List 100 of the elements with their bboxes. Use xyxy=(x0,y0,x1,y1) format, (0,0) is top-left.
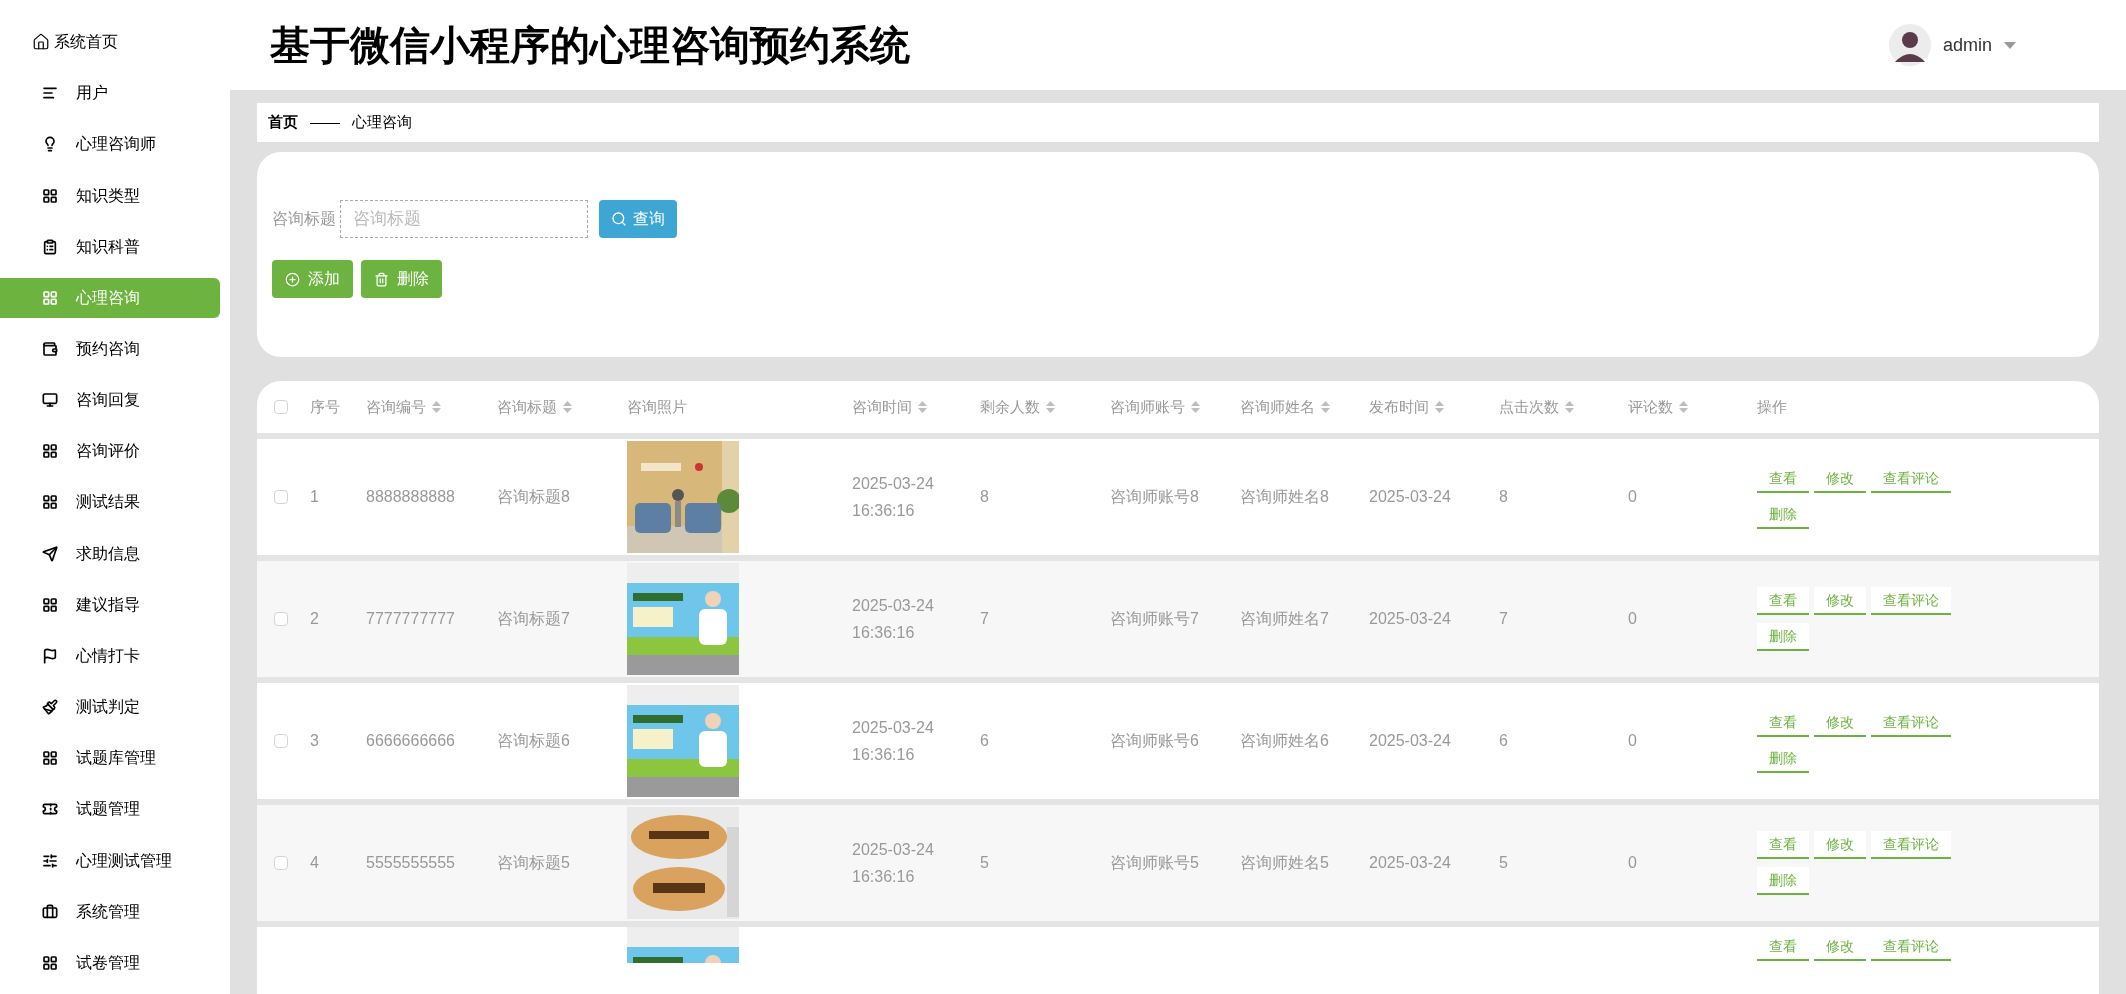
column-header[interactable]: 咨询标题 xyxy=(497,395,572,419)
ticket-icon xyxy=(42,801,58,818)
checkbox[interactable] xyxy=(274,490,288,504)
sort-icon[interactable] xyxy=(432,401,441,413)
table-cell: 咨询标题6 xyxy=(497,732,570,749)
action-button[interactable]: 修改 xyxy=(1814,465,1866,493)
action-button[interactable]: 删除 xyxy=(1757,745,1809,773)
checkbox[interactable] xyxy=(274,612,288,626)
table-cell: 4 xyxy=(310,854,319,871)
sidebar-item[interactable]: 心情打卡 xyxy=(0,635,220,677)
sidebar-item[interactable]: 预约咨询 xyxy=(0,328,220,370)
action-button[interactable]: 删除 xyxy=(1757,501,1809,529)
sidebar-item[interactable]: 咨询回复 xyxy=(0,380,220,421)
table-cell: 0 xyxy=(1628,854,1637,871)
table-cell-text: 16:36:16 xyxy=(852,623,916,643)
sort-icon[interactable] xyxy=(1321,401,1330,413)
table-cell-text: 16:36:16 xyxy=(852,745,916,765)
sort-icon[interactable] xyxy=(1046,401,1055,413)
search-button[interactable]: 查询 xyxy=(599,200,677,238)
table-cell: 5555555555 xyxy=(366,854,455,871)
sidebar-item[interactable]: 系统管理 xyxy=(0,891,220,932)
sidebar-item[interactable]: 试题库管理 xyxy=(0,738,220,779)
action-button[interactable]: 修改 xyxy=(1814,709,1866,737)
action-button[interactable]: 查看 xyxy=(1757,587,1809,615)
sort-icon[interactable] xyxy=(1679,401,1688,413)
column-header: 操作 xyxy=(1757,396,1787,417)
trash-icon xyxy=(374,271,389,287)
table-cell: 2 xyxy=(310,610,319,627)
column-header: 序号 xyxy=(310,396,340,417)
action-button[interactable]: 查看评论 xyxy=(1871,933,1951,961)
sidebar-item[interactable]: 知识类型 xyxy=(0,175,220,216)
sort-icon[interactable] xyxy=(918,401,927,413)
breadcrumb-separator: —— xyxy=(310,112,340,133)
table-cell-text: 16:36:16 xyxy=(852,501,916,521)
table-cell: 0 xyxy=(1628,610,1637,627)
checkbox[interactable] xyxy=(274,734,288,748)
table-cell: 咨询师账号7 xyxy=(1110,610,1199,627)
column-header[interactable]: 点击次数 xyxy=(1499,395,1574,419)
table-cell: 0 xyxy=(1628,488,1637,505)
sidebar-item[interactable]: 求助信息 xyxy=(0,533,220,574)
column-header[interactable]: 咨询时间 xyxy=(852,395,927,419)
action-button[interactable]: 查看 xyxy=(1757,465,1809,493)
table-cell: 2025-03-24 xyxy=(1369,732,1451,749)
sort-icon[interactable] xyxy=(1565,401,1574,413)
breadcrumb-item[interactable]: 首页 xyxy=(268,111,298,134)
wallet-icon xyxy=(42,341,58,357)
column-header[interactable]: 咨询编号 xyxy=(366,395,441,419)
sidebar-item[interactable]: 系统首页 xyxy=(0,22,220,63)
column-header[interactable]: 剩余人数 xyxy=(980,395,1055,419)
sidebar-item[interactable]: 试卷管理 xyxy=(0,942,220,983)
table-cell-text: 2025-03-24 xyxy=(852,596,935,616)
sidebar-item[interactable]: 建议指导 xyxy=(0,584,220,625)
add-button[interactable]: 添加 xyxy=(272,260,353,298)
plus-icon xyxy=(285,271,300,287)
table-cell: 咨询师账号6 xyxy=(1110,732,1199,749)
sidebar-item[interactable]: 心理咨询师 xyxy=(0,124,220,165)
grid-icon xyxy=(42,494,58,511)
sliders-icon xyxy=(42,852,58,869)
action-button[interactable]: 查看 xyxy=(1757,709,1809,737)
sort-icon[interactable] xyxy=(563,401,572,413)
action-button[interactable]: 查看评论 xyxy=(1871,587,1951,615)
sidebar-item[interactable]: 咨询评价 xyxy=(0,431,220,472)
delete-button[interactable]: 删除 xyxy=(361,260,442,298)
action-button[interactable]: 修改 xyxy=(1814,933,1866,961)
table-cell-text: 2025-03-24 xyxy=(852,474,935,494)
table-cell: 5 xyxy=(1499,854,1508,871)
sidebar-item[interactable]: 试题管理 xyxy=(0,789,220,830)
action-button[interactable]: 修改 xyxy=(1814,587,1866,615)
action-button[interactable]: 删除 xyxy=(1757,867,1809,895)
column-header[interactable]: 发布时间 xyxy=(1369,395,1444,419)
username[interactable]: admin xyxy=(1942,31,1992,59)
action-button[interactable]: 查看评论 xyxy=(1871,709,1951,737)
action-button[interactable]: 删除 xyxy=(1757,623,1809,651)
caret-icon[interactable] xyxy=(2004,41,2016,49)
sidebar-item[interactable]: 心理测试管理 xyxy=(0,840,220,881)
checkbox[interactable] xyxy=(274,400,288,414)
table-cell: 7 xyxy=(1499,610,1508,627)
column-header[interactable]: 评论数 xyxy=(1628,395,1688,419)
checkbox[interactable] xyxy=(274,856,288,870)
table-cell: 咨询师账号5 xyxy=(1110,854,1199,871)
action-button[interactable]: 查看评论 xyxy=(1871,465,1951,493)
sidebar-item[interactable]: 测试判定 xyxy=(0,687,220,728)
action-button[interactable]: 查看 xyxy=(1757,831,1809,859)
action-button[interactable]: 查看评论 xyxy=(1871,831,1951,859)
sort-icon[interactable] xyxy=(1435,401,1444,413)
sidebar-item[interactable]: 用户 xyxy=(0,73,220,114)
column-header[interactable]: 咨询师姓名 xyxy=(1240,395,1330,419)
sidebar-item[interactable]: 知识科普 xyxy=(0,226,220,267)
sidebar-item[interactable]: 心理咨询 xyxy=(0,277,220,318)
table-cell: 8 xyxy=(1499,488,1508,505)
home-icon xyxy=(32,33,50,52)
column-header[interactable]: 咨询师账号 xyxy=(1110,395,1200,419)
table-cell-text: 2025-03-24 xyxy=(852,840,935,860)
sidebar-item[interactable]: 测试结果 xyxy=(0,482,220,523)
table-cell: 咨询师姓名5 xyxy=(1240,854,1329,871)
action-button[interactable]: 修改 xyxy=(1814,831,1866,859)
action-button[interactable]: 查看 xyxy=(1757,933,1809,961)
grid-icon xyxy=(42,596,58,613)
search-field[interactable]: 咨询标题 xyxy=(340,200,588,238)
sort-icon[interactable] xyxy=(1191,401,1200,413)
